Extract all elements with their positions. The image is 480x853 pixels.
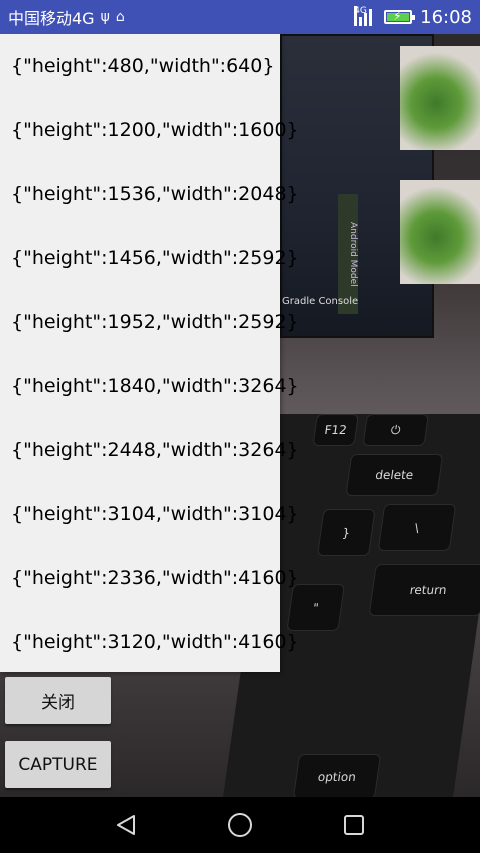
screen: 中国移动4G ψ ⌂ 4G ⚡ 16:08 Android Model Grad… bbox=[0, 0, 480, 853]
list-item[interactable]: {"height":2448,"width":3264} bbox=[0, 418, 299, 482]
plant-photo-top bbox=[400, 46, 480, 150]
list-item[interactable]: {"height":480,"width":640} bbox=[0, 34, 280, 98]
key-option: option bbox=[292, 754, 382, 797]
back-icon[interactable] bbox=[106, 805, 146, 845]
close-button[interactable]: 关闭 bbox=[5, 677, 111, 724]
status-left: 中国移动4G ψ ⌂ bbox=[8, 5, 125, 29]
signal-icon: 4G bbox=[354, 6, 376, 26]
usb-icon: ψ bbox=[100, 9, 110, 25]
key-return: return bbox=[368, 564, 480, 616]
recents-icon[interactable] bbox=[334, 805, 374, 845]
clock: 16:08 bbox=[420, 6, 472, 28]
key-backslash: \ bbox=[377, 504, 457, 551]
list-item[interactable]: {"height":3120,"width":4160} bbox=[0, 610, 299, 674]
list-item[interactable]: {"height":1456,"width":2592} bbox=[0, 226, 299, 290]
picture-size-list[interactable]: {"height":480,"width":640} {"height":120… bbox=[0, 34, 299, 674]
list-item[interactable]: {"height":1840,"width":3264} bbox=[0, 354, 299, 418]
list-item[interactable]: {"height":2336,"width":4160} bbox=[0, 546, 299, 610]
battery-icon: ⚡ bbox=[384, 9, 416, 24]
navigation-bar bbox=[0, 797, 480, 853]
key-f12: F12 bbox=[312, 414, 359, 446]
gradle-console-label: Gradle Console bbox=[282, 296, 359, 307]
carrier-label: 中国移动4G bbox=[8, 9, 95, 28]
list-item[interactable]: {"height":1536,"width":2048} bbox=[0, 162, 299, 226]
home-icon[interactable] bbox=[220, 805, 260, 845]
list-item[interactable]: {"height":1952,"width":2592} bbox=[0, 290, 299, 354]
key-brace: } bbox=[316, 509, 376, 556]
status-right: 4G ⚡ 16:08 bbox=[354, 6, 472, 28]
list-item[interactable]: {"height":1200,"width":1600} bbox=[0, 98, 299, 162]
list-item[interactable]: {"height":3104,"width":3104} bbox=[0, 482, 299, 546]
key-power: ⏻ bbox=[362, 414, 429, 446]
capture-button[interactable]: CAPTURE bbox=[5, 741, 111, 788]
status-bar: 中国移动4G ψ ⌂ 4G ⚡ 16:08 bbox=[0, 0, 480, 34]
key-delete: delete bbox=[345, 454, 444, 496]
sim-icon: ⌂ bbox=[115, 9, 125, 25]
plant-photo-bottom bbox=[400, 180, 480, 284]
key-quote: " bbox=[286, 584, 346, 631]
